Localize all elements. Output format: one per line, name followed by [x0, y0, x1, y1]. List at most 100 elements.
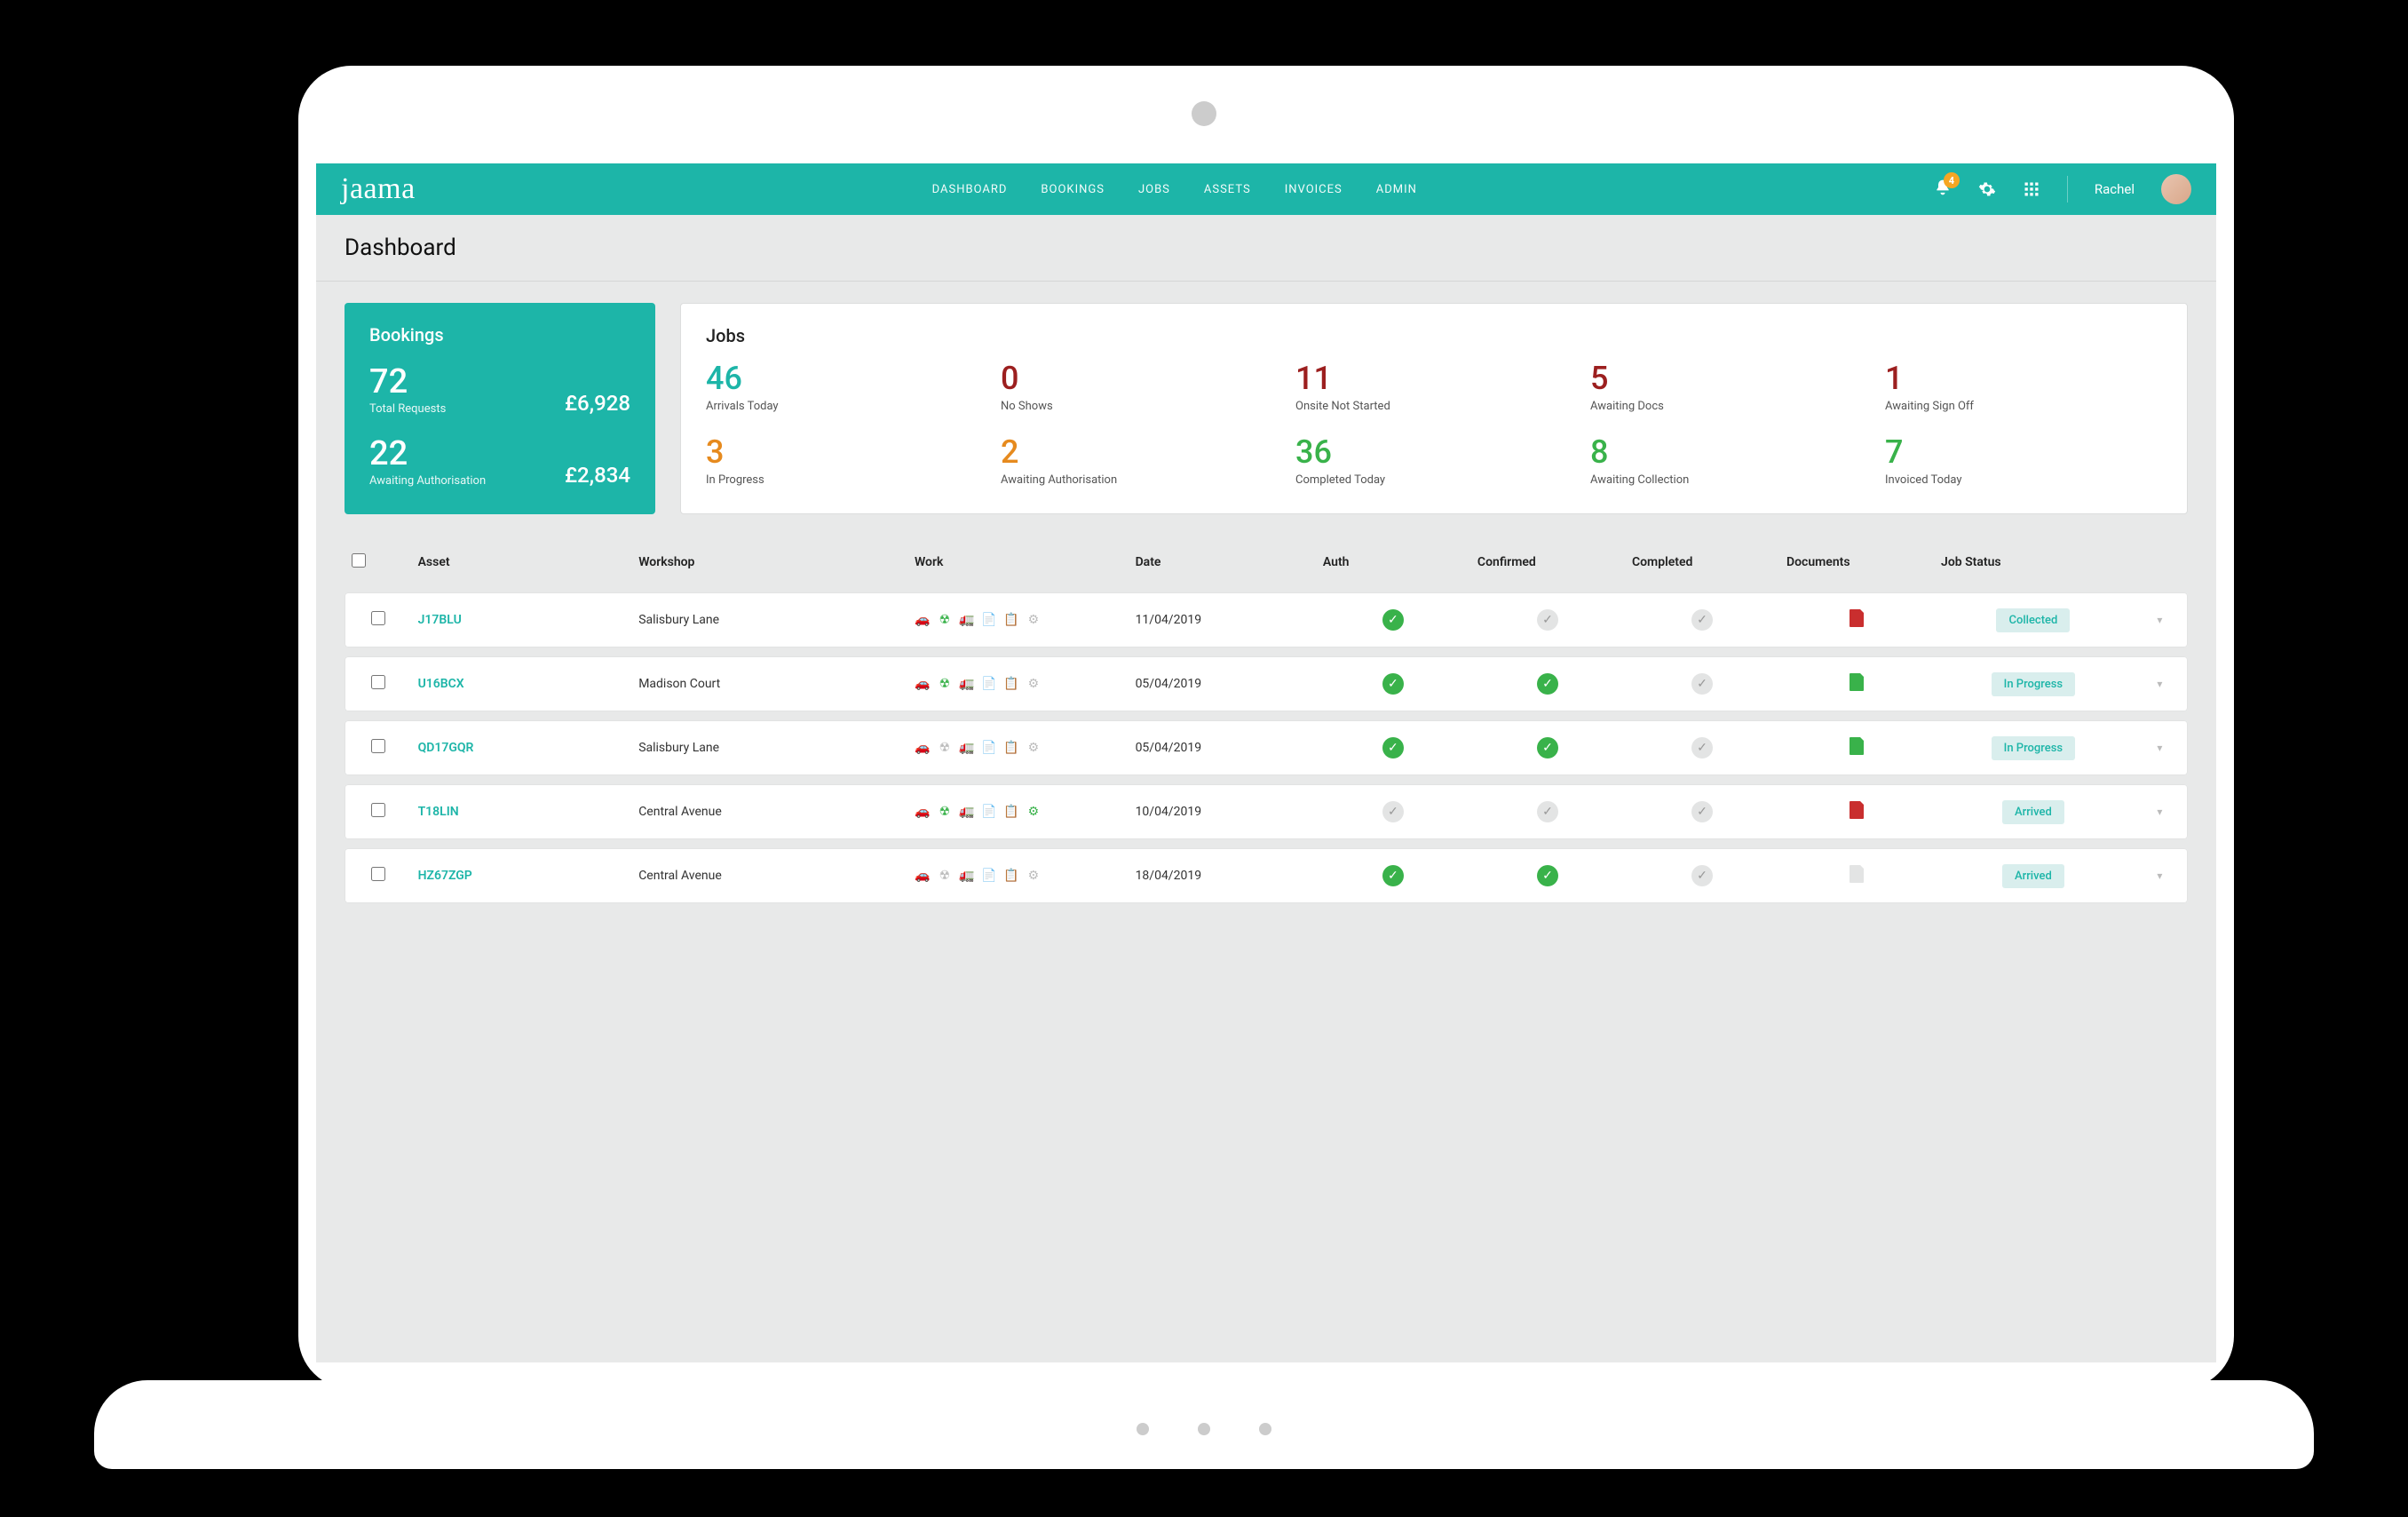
job-stat[interactable]: 3In Progress — [706, 436, 983, 487]
apps-grid-icon[interactable] — [2023, 180, 2040, 198]
table-row[interactable]: QD17GQRSalisbury Lane🚗☢🚛📄📋⚙05/04/2019✓✓✓… — [345, 720, 2188, 775]
table-row[interactable]: HZ67ZGPCentral Avenue🚗☢🚛📄📋⚙18/04/2019✓✓✓… — [345, 848, 2188, 903]
work-cell: 🚗☢🚛📄📋⚙ — [907, 720, 1129, 775]
table-row[interactable]: T18LINCentral Avenue🚗☢🚛📄📋⚙10/04/2019✓✓✓A… — [345, 784, 2188, 839]
job-stat[interactable]: 2Awaiting Authorisation — [1001, 436, 1278, 487]
booking-row-awaiting: 22 Awaiting Authorisation £2,834 — [369, 437, 630, 488]
work-type-icon: 🚗 — [915, 676, 931, 692]
workshop-cell: Salisbury Lane — [631, 592, 907, 647]
work-type-icon: ☢ — [937, 868, 953, 884]
job-stat[interactable]: 7Invoiced Today — [1885, 436, 2162, 487]
work-icons: 🚗☢🚛📄📋⚙ — [915, 676, 1042, 692]
header-auth[interactable]: Auth — [1316, 544, 1470, 584]
job-stat-value: 0 — [1001, 362, 1278, 394]
chevron-down-icon[interactable]: ▾ — [2157, 806, 2162, 818]
laptop-base — [94, 1380, 2314, 1469]
nav-link-assets[interactable]: ASSETS — [1204, 183, 1251, 196]
header-status[interactable]: Job Status — [1934, 544, 2133, 584]
header-date[interactable]: Date — [1129, 544, 1316, 584]
job-stat-label: Awaiting Collection — [1590, 473, 1867, 487]
select-all-checkbox[interactable] — [352, 553, 366, 568]
nav-link-jobs[interactable]: JOBS — [1138, 183, 1170, 196]
chevron-down-icon[interactable]: ▾ — [2157, 614, 2162, 626]
brand-logo[interactable]: jaama — [341, 172, 416, 206]
header-completed[interactable]: Completed — [1625, 544, 1779, 584]
header-work[interactable]: Work — [907, 544, 1129, 584]
job-stat[interactable]: 36Completed Today — [1295, 436, 1572, 487]
laptop-screen-bezel: jaama DASHBOARD BOOKINGS JOBS ASSETS INV… — [298, 66, 2234, 1389]
base-dots — [1137, 1423, 1271, 1435]
base-dot — [1137, 1423, 1149, 1435]
asset-link[interactable]: QD17GQR — [418, 741, 474, 755]
job-stat[interactable]: 8Awaiting Collection — [1590, 436, 1867, 487]
status-chip: In Progress — [1992, 736, 2075, 760]
avatar[interactable] — [2161, 174, 2191, 204]
job-stat[interactable]: 5Awaiting Docs — [1590, 362, 1867, 413]
work-type-icon: 🚗 — [915, 868, 931, 884]
work-type-icon: ⚙ — [1026, 676, 1042, 692]
documents-cell — [1779, 656, 1934, 711]
check-icon: ✓ — [1537, 609, 1558, 631]
document-icon — [1850, 609, 1864, 627]
row-checkbox[interactable] — [371, 803, 385, 817]
job-stat[interactable]: 46Arrivals Today — [706, 362, 983, 413]
job-stat[interactable]: 11Onsite Not Started — [1295, 362, 1572, 413]
user-name[interactable]: Rachel — [2095, 181, 2135, 197]
work-cell: 🚗☢🚛📄📋⚙ — [907, 656, 1129, 711]
asset-link[interactable]: T18LIN — [418, 805, 459, 819]
work-icons: 🚗☢🚛📄📋⚙ — [915, 612, 1042, 628]
chevron-down-icon[interactable]: ▾ — [2157, 870, 2162, 882]
work-type-icon: 📋 — [1003, 676, 1019, 692]
asset-link[interactable]: U16BCX — [418, 677, 464, 691]
nav-link-invoices[interactable]: INVOICES — [1285, 183, 1343, 196]
table-row[interactable]: U16BCXMadison Court🚗☢🚛📄📋⚙05/04/2019✓✓✓In… — [345, 656, 2188, 711]
row-checkbox[interactable] — [371, 675, 385, 689]
status-cell: In Progress — [1934, 656, 2133, 711]
table-row[interactable]: J17BLUSalisbury Lane🚗☢🚛📄📋⚙11/04/2019✓✓✓C… — [345, 592, 2188, 647]
cards-row: Bookings 72 Total Requests £6,928 22 Awa… — [316, 282, 2216, 528]
nav-link-admin[interactable]: ADMIN — [1376, 183, 1417, 196]
job-stat-value: 1 — [1885, 362, 2162, 394]
nav-link-dashboard[interactable]: DASHBOARD — [932, 183, 1008, 196]
chevron-down-icon[interactable]: ▾ — [2157, 678, 2162, 690]
job-stat[interactable]: 1Awaiting Sign Off — [1885, 362, 2162, 413]
status-cell: Collected — [1934, 592, 2133, 647]
header-workshop[interactable]: Workshop — [631, 544, 907, 584]
page-title-bar: Dashboard — [316, 215, 2216, 282]
confirmed-cell: ✓ — [1470, 720, 1625, 775]
job-stat[interactable]: 0No Shows — [1001, 362, 1278, 413]
header-confirmed[interactable]: Confirmed — [1470, 544, 1625, 584]
work-type-icon: ⚙ — [1026, 740, 1042, 756]
document-icon — [1850, 865, 1864, 883]
check-icon: ✓ — [1537, 801, 1558, 822]
jobs-card: Jobs 46Arrivals Today0No Shows11Onsite N… — [680, 303, 2188, 514]
chevron-down-icon[interactable]: ▾ — [2157, 742, 2162, 754]
nav-link-bookings[interactable]: BOOKINGS — [1041, 183, 1105, 196]
check-icon: ✓ — [1691, 673, 1713, 695]
work-type-icon: ⚙ — [1026, 804, 1042, 820]
work-type-icon: 📋 — [1003, 612, 1019, 628]
document-icon — [1850, 801, 1864, 819]
documents-cell — [1779, 784, 1934, 839]
notification-bell[interactable]: 4 — [1934, 179, 1952, 200]
documents-cell — [1779, 848, 1934, 903]
date-cell: 11/04/2019 — [1129, 592, 1316, 647]
header-asset[interactable]: Asset — [411, 544, 632, 584]
row-checkbox[interactable] — [371, 611, 385, 625]
gear-icon[interactable] — [1978, 180, 1996, 198]
work-type-icon: 📄 — [981, 612, 997, 628]
work-icons: 🚗☢🚛📄📋⚙ — [915, 740, 1042, 756]
work-type-icon: 🚛 — [959, 868, 975, 884]
header-documents[interactable]: Documents — [1779, 544, 1934, 584]
status-chip: Collected — [1996, 608, 2070, 632]
asset-link[interactable]: HZ67ZGP — [418, 869, 472, 883]
date-cell: 05/04/2019 — [1129, 720, 1316, 775]
row-checkbox[interactable] — [371, 867, 385, 881]
table-body: J17BLUSalisbury Lane🚗☢🚛📄📋⚙11/04/2019✓✓✓C… — [345, 592, 2188, 903]
asset-link[interactable]: J17BLU — [418, 613, 462, 627]
job-stat-label: Awaiting Docs — [1590, 400, 1867, 413]
job-stat-label: Completed Today — [1295, 473, 1572, 487]
status-chip: Arrived — [2002, 864, 2064, 888]
job-stat-value: 46 — [706, 362, 983, 394]
row-checkbox[interactable] — [371, 739, 385, 753]
